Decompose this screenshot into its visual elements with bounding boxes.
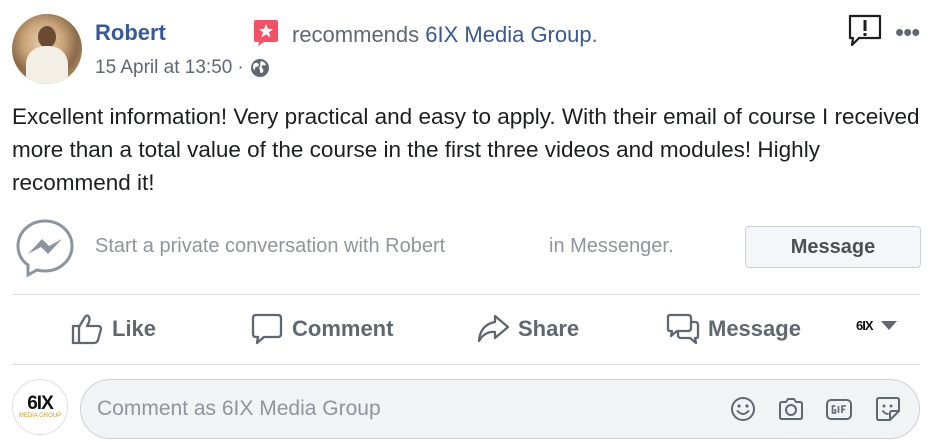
recommendation-line: recommends 6IX Media Group. [292,22,598,48]
comment-button[interactable]: Comment [250,312,393,346]
message-bubbles-icon [666,313,700,345]
comment-label: Comment [292,316,394,341]
globe-icon[interactable] [250,58,270,78]
comment-bubble-icon [251,313,283,345]
messenger-prompt-suffix: in Messenger. [549,235,674,257]
message-button[interactable]: Message [745,226,921,268]
message-label: Message [708,316,801,341]
report-icon[interactable] [847,14,883,48]
share-arrow-icon [477,314,510,343]
comment-input[interactable] [97,380,717,438]
like-button[interactable]: Like [70,312,156,346]
post-meta: 15 April at 13:50 · [95,57,270,79]
more-icon[interactable]: ••• [895,17,920,48]
chevron-down-icon [880,321,897,330]
messenger-prompt-text: Start a private conversation with Robert [95,235,446,257]
comment-box [80,379,920,439]
emoji-icon[interactable] [729,395,757,423]
post-text: Excellent information! Very practical an… [12,104,920,195]
post-actions-bar: Like Comment Share Message 6IX [0,300,930,360]
page-avatar-logo: 6IX [27,392,54,414]
page-avatar[interactable]: 6IX MEDIA GROUP [12,379,68,435]
thumbs-up-icon [71,314,103,345]
avatar-figure-body [26,46,68,84]
messenger-prompt-row: Start a private conversation with Robert… [0,215,930,285]
page-avatar-subtitle: MEDIA GROUP [18,412,62,419]
recommends-text: recommends [292,22,420,47]
avatar-figure-head [38,26,56,48]
share-button[interactable]: Share [476,312,579,346]
recommend-star-icon [254,20,278,46]
period: . [591,22,598,47]
author-name-link[interactable]: Robert [95,20,166,46]
send-message-button[interactable]: Message [666,312,801,346]
page-logo: 6IX [856,318,873,333]
sticker-icon[interactable] [874,395,902,423]
divider [12,294,920,295]
author-avatar[interactable] [12,14,82,84]
like-label: Like [112,316,157,341]
page-name-link[interactable]: 6IX Media Group [425,22,591,47]
messenger-icon [16,219,74,278]
divider [12,364,920,365]
meta-separator: · [237,57,244,78]
share-label: Share [518,316,580,341]
timestamp-link[interactable]: 15 April at 13:50 [95,57,232,79]
comment-composer-row: 6IX MEDIA GROUP [0,372,930,447]
camera-icon[interactable] [777,395,805,423]
gif-icon[interactable] [825,395,853,423]
page-identity-switcher[interactable]: 6IX [856,318,897,333]
